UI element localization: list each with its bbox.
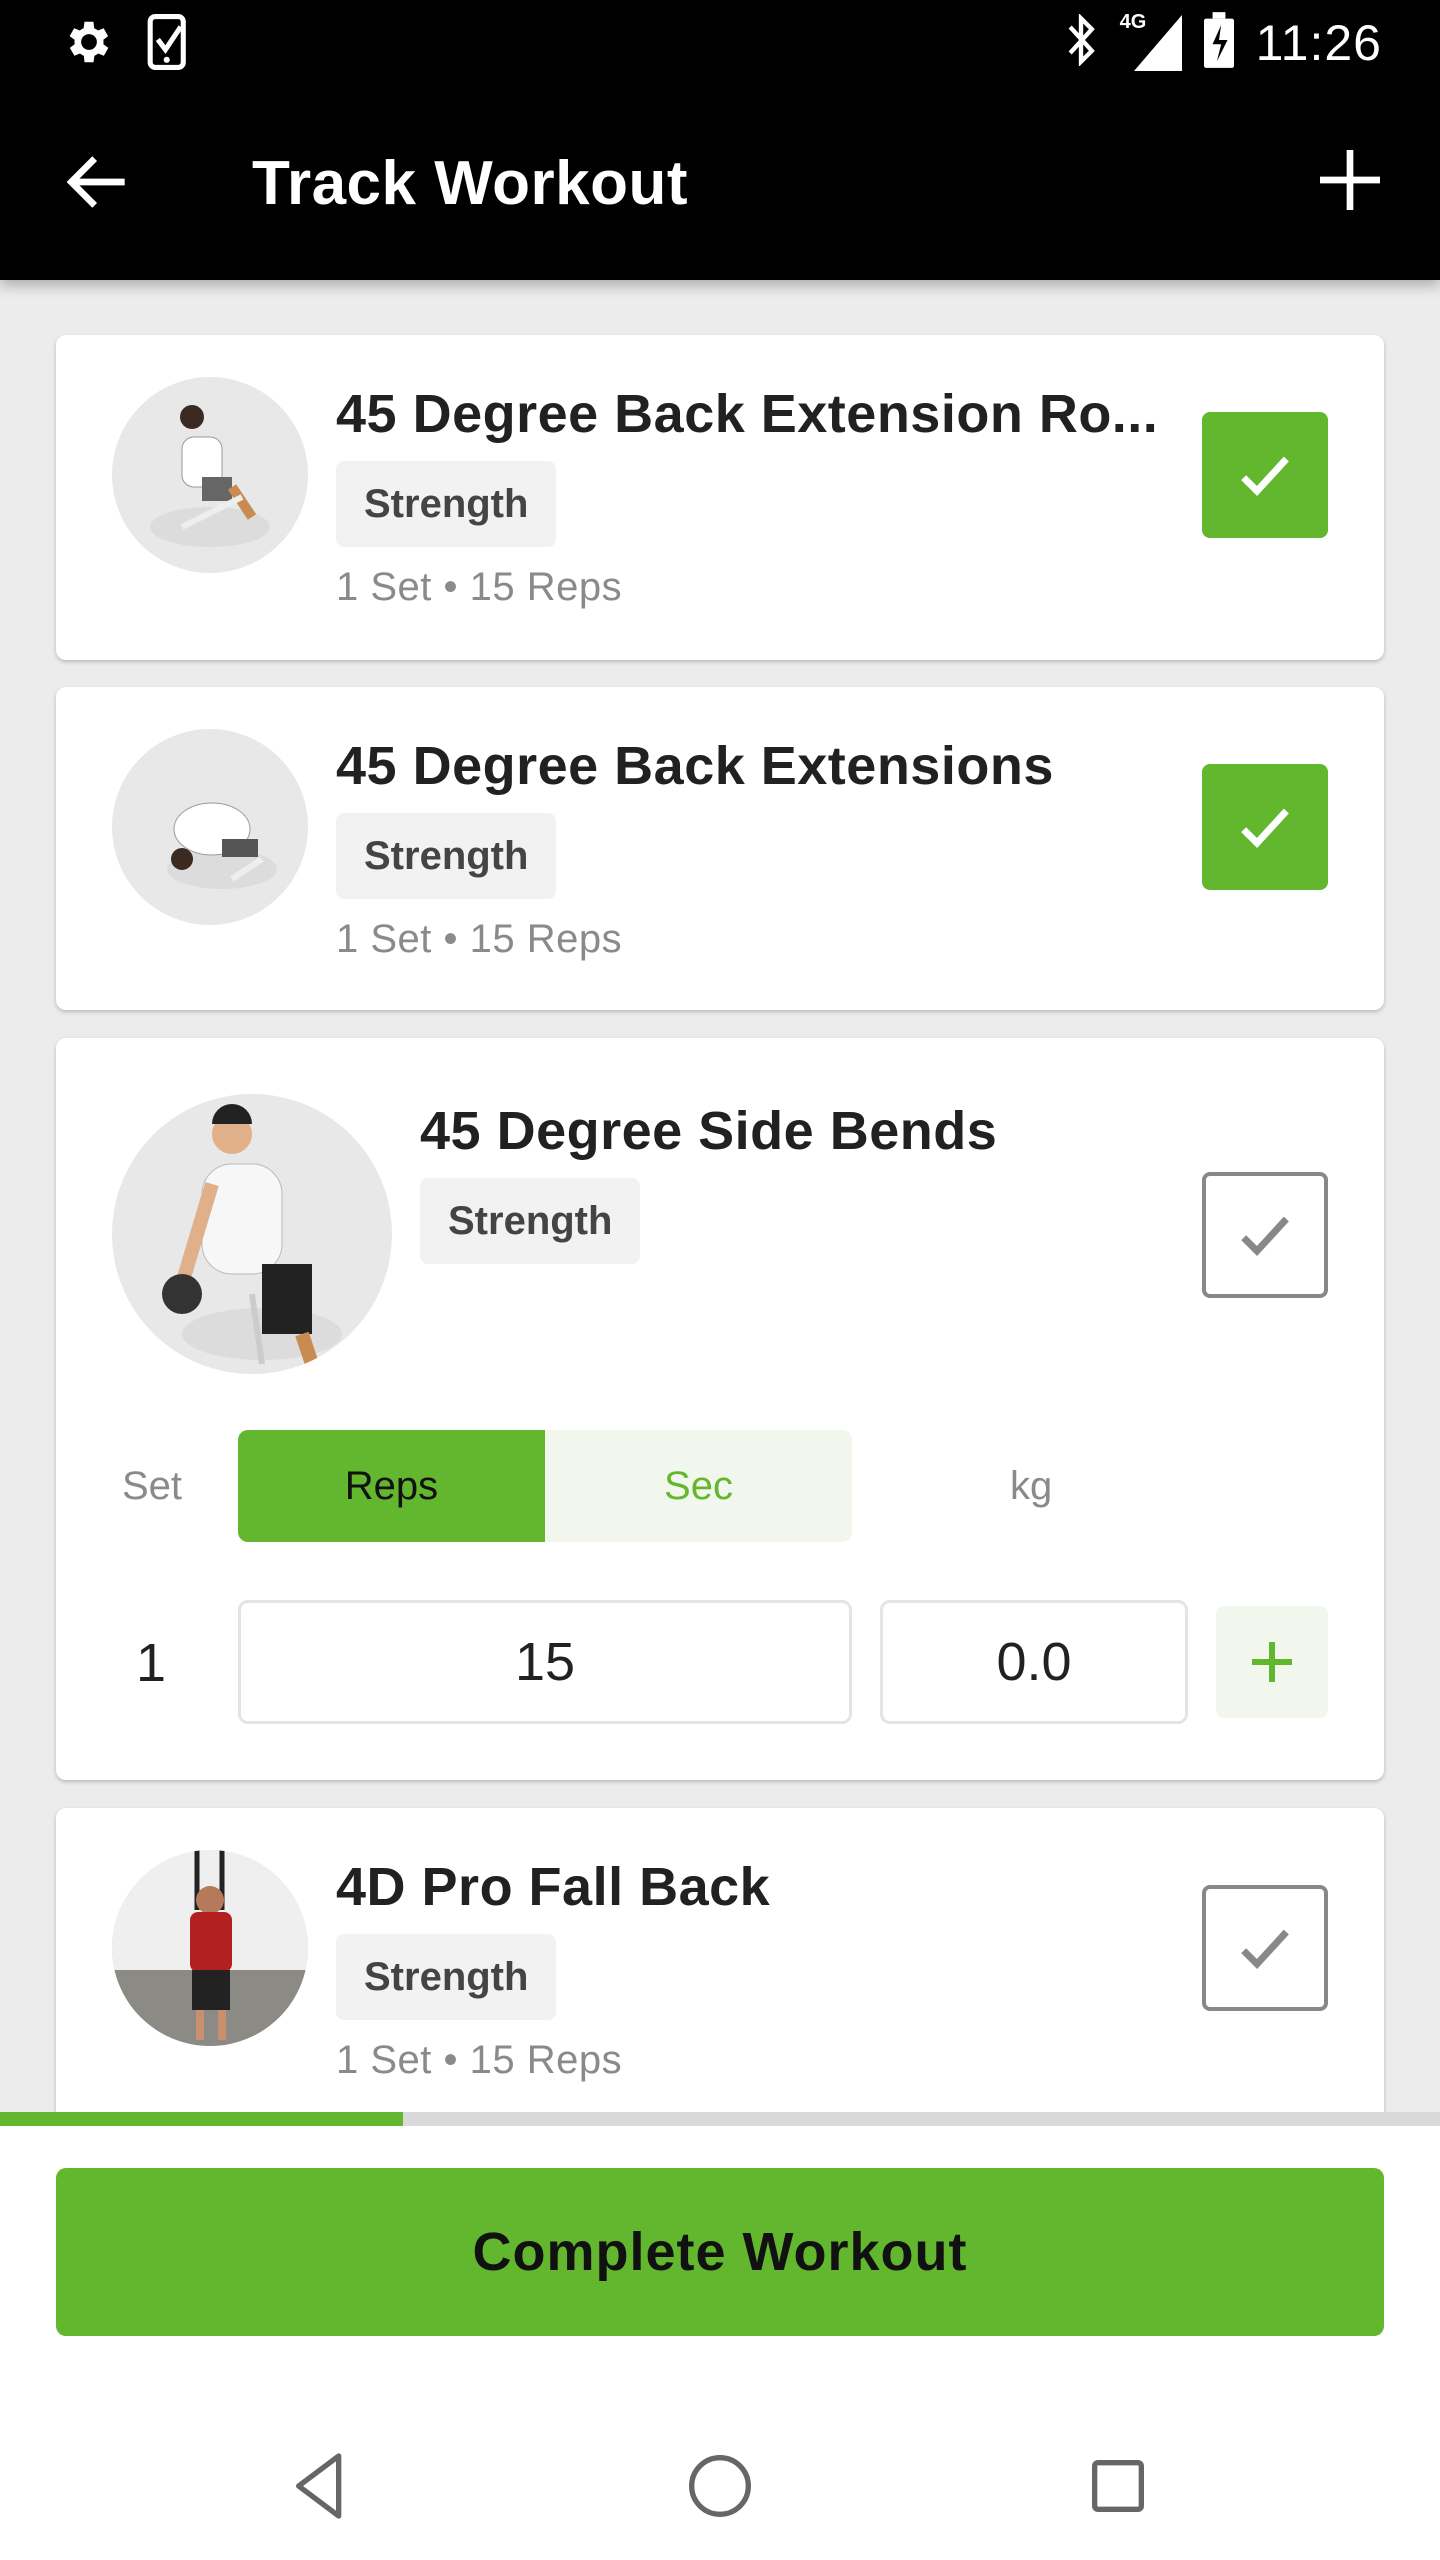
reps-input[interactable]: 15 — [238, 1600, 852, 1724]
set-row: 1 15 0.0 — [56, 1600, 1384, 1724]
category-tag: Strength — [420, 1178, 641, 1264]
set-number: 1 — [136, 1633, 167, 1693]
phone-check-icon — [146, 14, 190, 75]
exercise-name: 4D Pro Fall Back — [336, 1857, 771, 1917]
plus-icon — [1252, 1642, 1292, 1682]
exercise-thumbnail — [112, 377, 308, 573]
exercise-card[interactable]: 4D Pro Fall Back Strength 1 Set • 15 Rep… — [56, 1808, 1384, 2112]
arrow-left-icon — [66, 156, 125, 208]
exercise-list[interactable]: 45 Degree Back Extension Ro... Strength … — [0, 280, 1440, 2112]
exercise-name: 45 Degree Back Extensions — [336, 736, 1054, 796]
exercise-thumbnail — [112, 1850, 308, 2046]
complete-checkbox[interactable] — [1202, 412, 1328, 538]
complete-checkbox[interactable] — [1202, 1172, 1328, 1298]
recents-square-icon — [1092, 2460, 1144, 2512]
system-nav-bar — [0, 2426, 1440, 2546]
mode-segmented-control[interactable]: Reps Sec — [238, 1430, 852, 1542]
complete-checkbox[interactable] — [1202, 764, 1328, 890]
exercise-card-expanded[interactable]: 45 Degree Side Bends Strength Set Reps S… — [56, 1038, 1384, 1780]
complete-workout-button[interactable]: Complete Workout — [56, 2168, 1384, 2336]
exercise-name: 45 Degree Back Extension Ro... — [336, 384, 1159, 444]
exercise-summary: 1 Set • 15 Reps — [336, 917, 623, 961]
weight-input[interactable]: 0.0 — [880, 1600, 1188, 1724]
exercise-card[interactable]: 45 Degree Back Extensions Strength 1 Set… — [56, 687, 1384, 1010]
workout-progress-bar — [0, 2112, 1440, 2126]
back-button[interactable] — [58, 142, 138, 222]
add-set-button[interactable] — [1216, 1606, 1328, 1718]
category-tag: Strength — [336, 461, 557, 547]
exercise-summary: 1 Set • 15 Reps — [336, 2038, 623, 2082]
nav-home-button[interactable] — [680, 2446, 760, 2526]
category-tag: Strength — [336, 1934, 557, 2020]
exercise-thumbnail — [112, 729, 308, 925]
nav-recents-button[interactable] — [1078, 2446, 1158, 2526]
category-tag: Strength — [336, 813, 557, 899]
sets-header: Set Reps Sec kg — [56, 1430, 1384, 1542]
checkmark-icon — [1241, 808, 1289, 849]
plus-icon — [1320, 150, 1380, 210]
app-bar: Track Workout — [0, 82, 1440, 280]
checkmark-icon — [1241, 1216, 1289, 1257]
set-column-label: Set — [122, 1464, 183, 1508]
weight-column-label: kg — [1010, 1464, 1053, 1508]
signal-4g-icon: 4G — [1120, 11, 1182, 71]
back-triangle-icon — [296, 2453, 342, 2519]
mode-option-sec[interactable]: Sec — [545, 1430, 852, 1542]
home-circle-icon — [689, 2455, 751, 2517]
exercise-thumbnail — [112, 1094, 392, 1374]
page-title: Track Workout — [252, 149, 689, 218]
complete-checkbox[interactable] — [1202, 1885, 1328, 2011]
nav-back-button[interactable] — [282, 2446, 362, 2526]
battery-charging-icon — [1203, 12, 1234, 73]
progress-fill — [0, 2112, 404, 2126]
add-exercise-button[interactable] — [1310, 140, 1390, 220]
bottom-panel: Complete Workout — [0, 2126, 1440, 2560]
mode-option-reps[interactable]: Reps — [238, 1430, 545, 1542]
checkmark-icon — [1241, 456, 1289, 497]
bluetooth-icon — [1064, 13, 1098, 71]
status-bar: 4G 11:26 — [0, 0, 1440, 82]
status-time: 11:26 — [1255, 14, 1382, 71]
exercise-name: 45 Degree Side Bends — [420, 1101, 998, 1161]
exercise-card[interactable]: 45 Degree Back Extension Ro... Strength … — [56, 335, 1384, 660]
exercise-summary: 1 Set • 15 Reps — [336, 565, 623, 609]
gear-icon — [62, 15, 116, 74]
checkmark-icon — [1241, 1929, 1289, 1970]
